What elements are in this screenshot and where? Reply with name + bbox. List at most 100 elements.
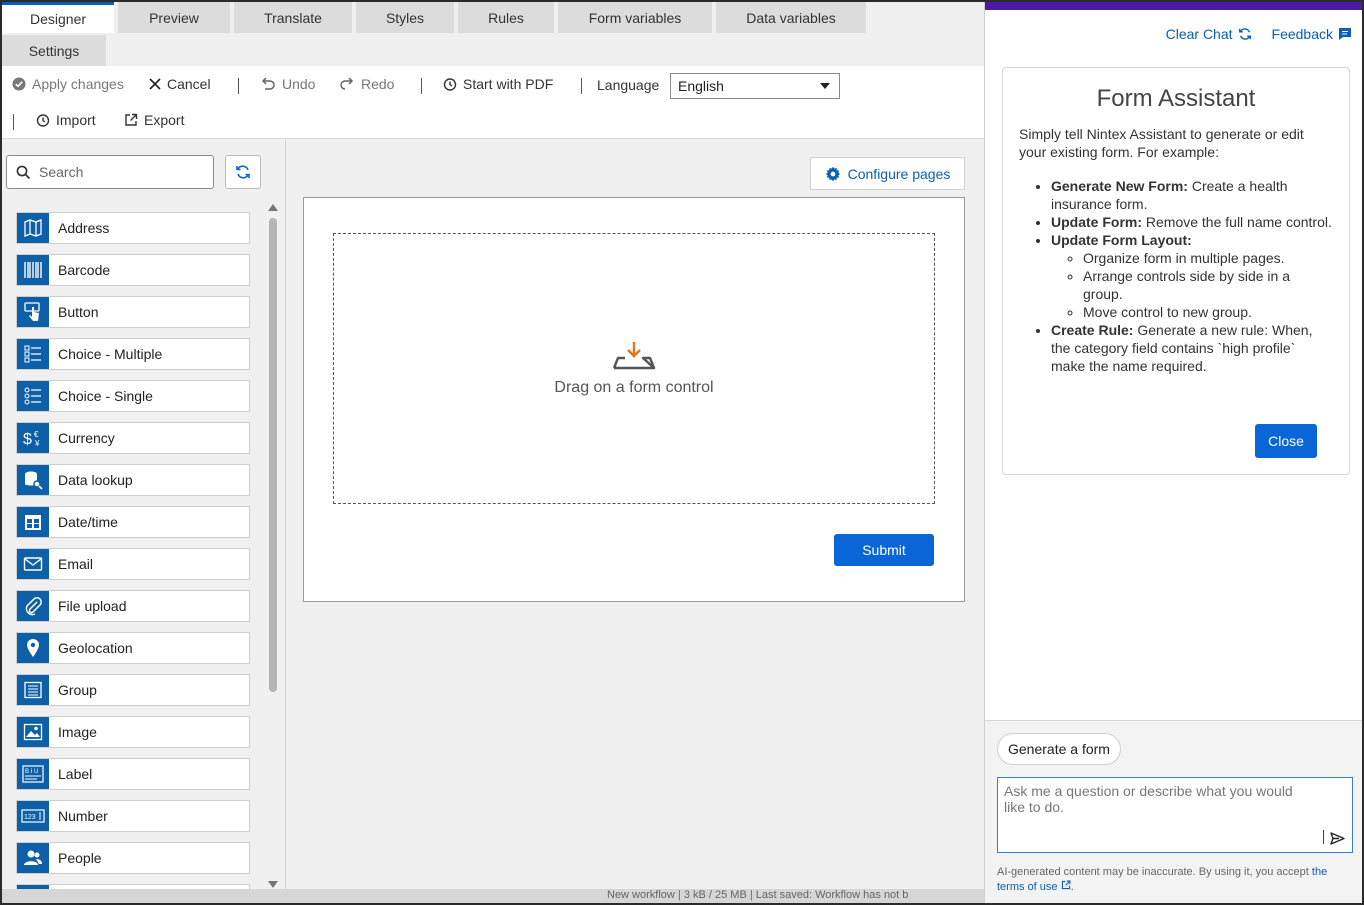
- assistant-intro: Simply tell Nintex Assistant to generate…: [1019, 126, 1304, 160]
- example-title: Generate New Form:: [1051, 178, 1188, 194]
- clear-chat-button[interactable]: Clear Chat: [1166, 26, 1252, 42]
- control-file-upload[interactable]: File upload: [16, 590, 250, 622]
- control-label-item[interactable]: B I U Label: [16, 758, 250, 790]
- status-bar: New workflow | 3 kB / 25 MB | Last saved…: [2, 889, 984, 903]
- scroll-down-arrow[interactable]: [268, 881, 278, 888]
- export-button[interactable]: Export: [124, 112, 184, 128]
- sub-example: Organize form in multiple pages.: [1083, 249, 1333, 267]
- chat-composer: Generate a form AI-generated content may…: [985, 720, 1362, 903]
- example-item: Generate New Form: Create a health insur…: [1051, 177, 1333, 213]
- refresh-icon: [236, 165, 250, 179]
- tab-translate[interactable]: Translate: [234, 2, 352, 33]
- svg-text:B I U: B I U: [25, 769, 38, 775]
- control-barcode[interactable]: Barcode: [16, 254, 250, 286]
- control-geolocation[interactable]: Geolocation: [16, 632, 250, 664]
- assistant-examples: Generate New Form: Create a health insur…: [1051, 177, 1333, 375]
- refresh-button[interactable]: [225, 155, 261, 189]
- language-value: English: [678, 78, 724, 94]
- redo-button[interactable]: Redo: [339, 76, 394, 92]
- disclaimer-text: AI-generated content may be inaccurate. …: [997, 866, 1309, 878]
- undo-button[interactable]: Undo: [260, 76, 315, 92]
- language-select[interactable]: English: [670, 73, 840, 99]
- image-icon: [17, 717, 49, 747]
- assistant-title: Form Assistant: [1096, 85, 1256, 112]
- cancel-button[interactable]: Cancel: [149, 76, 211, 92]
- tab-preview[interactable]: Preview: [118, 2, 230, 33]
- drop-tray-icon: [612, 341, 656, 369]
- control-people[interactable]: People: [16, 842, 250, 874]
- search-box[interactable]: [6, 155, 214, 189]
- controls-scrollbar[interactable]: [268, 204, 278, 894]
- assistant-header: [985, 2, 1362, 10]
- apply-changes-button[interactable]: Apply changes: [12, 76, 124, 92]
- control-choice-multiple[interactable]: Choice - Multiple: [16, 338, 250, 370]
- submit-button[interactable]: Submit: [834, 534, 934, 566]
- control-label: Choice - Multiple: [58, 346, 163, 362]
- export-label: Export: [144, 112, 185, 128]
- feedback-button[interactable]: Feedback: [1272, 26, 1352, 42]
- svg-text:€: €: [34, 430, 39, 439]
- control-choice-single[interactable]: Choice - Single: [16, 380, 250, 412]
- form-canvas: Drag on a form control Submit: [303, 197, 965, 602]
- control-label: Currency: [58, 430, 115, 446]
- start-with-pdf-label: Start with PDF: [463, 76, 554, 92]
- calendar-icon: [17, 507, 49, 537]
- control-label: People: [58, 850, 102, 866]
- assistant-intro-card: Form Assistant Simply tell Nintex Assist…: [1002, 67, 1350, 475]
- control-address[interactable]: Address: [16, 212, 250, 244]
- tab-styles[interactable]: Styles: [356, 2, 454, 33]
- controls-panel: Address Barcode Button Choice - Multiple…: [2, 140, 286, 903]
- import-button[interactable]: Import: [36, 112, 96, 128]
- control-label: Email: [58, 556, 94, 572]
- start-with-pdf-button[interactable]: Start with PDF: [443, 76, 553, 92]
- currency-icon: $ € ¥: [17, 423, 49, 453]
- checklist-icon: [17, 339, 49, 369]
- example-title: Update Form Layout:: [1051, 232, 1192, 248]
- tab-data-variables[interactable]: Data variables: [716, 2, 866, 33]
- chat-input-box[interactable]: [997, 777, 1353, 853]
- scroll-up-arrow[interactable]: [268, 204, 278, 211]
- control-number[interactable]: 123 Number: [16, 800, 250, 832]
- control-group[interactable]: Group: [16, 674, 250, 706]
- search-input[interactable]: [39, 164, 199, 180]
- toolbar-separator: [421, 78, 422, 94]
- chat-input[interactable]: [998, 778, 1318, 848]
- send-button[interactable]: [1328, 829, 1346, 847]
- send-separator: [1323, 830, 1324, 844]
- configure-pages-button[interactable]: Configure pages: [810, 157, 965, 190]
- close-button[interactable]: Close: [1255, 424, 1317, 458]
- window-frame: Designer Preview Translate Styles Rules …: [2, 2, 1362, 903]
- tab-settings[interactable]: Settings: [2, 35, 106, 66]
- envelope-icon: [17, 549, 49, 579]
- control-button[interactable]: Button: [16, 296, 250, 328]
- close-icon: [149, 78, 161, 90]
- layout-sub-list: Organize form in multiple pages. Arrange…: [1083, 249, 1333, 321]
- generate-form-chip[interactable]: Generate a form: [997, 733, 1121, 765]
- tab-rules[interactable]: Rules: [458, 2, 554, 33]
- sub-example: Arrange controls side by side in a group…: [1083, 267, 1333, 303]
- control-currency[interactable]: $ € ¥ Currency: [16, 422, 250, 454]
- control-image[interactable]: Image: [16, 716, 250, 748]
- undo-label: Undo: [282, 76, 316, 92]
- toolbar-separator: [581, 78, 582, 94]
- drop-zone[interactable]: Drag on a form control: [333, 233, 935, 504]
- control-label: Date/time: [58, 514, 118, 530]
- apply-changes-label: Apply changes: [32, 76, 124, 92]
- history-icon: [443, 78, 457, 91]
- form-designer: Designer Preview Translate Styles Rules …: [2, 2, 984, 903]
- chat-bubble-icon: [1339, 28, 1351, 40]
- send-icon: [1329, 831, 1345, 845]
- example-item: Create Rule: Generate a new rule: When, …: [1051, 321, 1333, 375]
- svg-text:$: $: [23, 431, 32, 448]
- tab-designer[interactable]: Designer: [2, 2, 114, 33]
- scroll-thumb[interactable]: [269, 218, 277, 692]
- control-label: Data lookup: [58, 472, 133, 488]
- refresh-icon: [1238, 28, 1251, 40]
- control-email[interactable]: Email: [16, 548, 250, 580]
- external-link-icon: [125, 113, 138, 126]
- controls-list: Address Barcode Button Choice - Multiple…: [16, 212, 252, 902]
- tab-form-variables[interactable]: Form variables: [558, 2, 712, 33]
- control-label: Choice - Single: [58, 388, 153, 404]
- control-data-lookup[interactable]: Data lookup: [16, 464, 250, 496]
- control-date-time[interactable]: Date/time: [16, 506, 250, 538]
